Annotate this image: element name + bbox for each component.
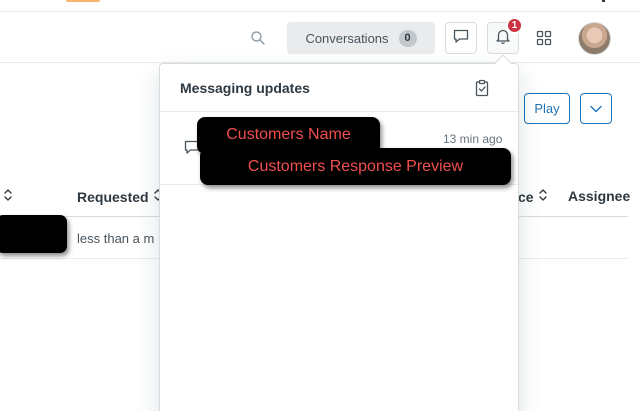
play-button[interactable]: Play bbox=[524, 93, 570, 124]
more-options-button[interactable] bbox=[580, 93, 612, 124]
notification-count-badge: 1 bbox=[506, 17, 523, 34]
conversations-button[interactable]: Conversations 0 bbox=[287, 22, 435, 54]
brand-accent bbox=[66, 0, 100, 2]
panel-title: Messaging updates bbox=[180, 80, 310, 96]
column-header-requested[interactable]: Requested bbox=[77, 188, 163, 205]
sort-icon bbox=[538, 188, 548, 205]
chevron-down-icon bbox=[590, 100, 602, 118]
app-window: Conversations 0 1 Play Requested ce Assi… bbox=[0, 0, 640, 411]
column-requested-label: Requested bbox=[77, 188, 149, 205]
conversations-label: Conversations bbox=[305, 30, 389, 46]
clipboard-check-icon[interactable] bbox=[473, 79, 491, 97]
top-bar-edge bbox=[0, 0, 640, 12]
notification-time: 13 min ago bbox=[443, 132, 503, 146]
chat-button[interactable] bbox=[445, 22, 477, 54]
apps-grid-icon[interactable] bbox=[536, 30, 552, 46]
column-header-partial[interactable]: ce bbox=[518, 188, 548, 205]
search-icon[interactable] bbox=[250, 30, 266, 46]
sort-icon[interactable] bbox=[3, 188, 13, 205]
column-header-assignee[interactable]: Assignee bbox=[568, 188, 630, 204]
conversations-count-badge: 0 bbox=[398, 29, 417, 47]
chat-icon bbox=[452, 27, 470, 50]
column-partial-label: ce bbox=[518, 188, 534, 205]
avatar[interactable] bbox=[578, 22, 611, 55]
panel-header: Messaging updates bbox=[160, 64, 518, 112]
cell-requested: less than a m bbox=[77, 231, 155, 246]
customer-response-preview-label: Customers Response Preview bbox=[200, 148, 511, 185]
messaging-updates-panel: Messaging updates 13 min ago bbox=[159, 63, 519, 411]
top-header: Conversations 0 1 bbox=[0, 13, 640, 63]
top-bar-mark bbox=[602, 0, 605, 2]
redaction-box bbox=[0, 215, 67, 253]
